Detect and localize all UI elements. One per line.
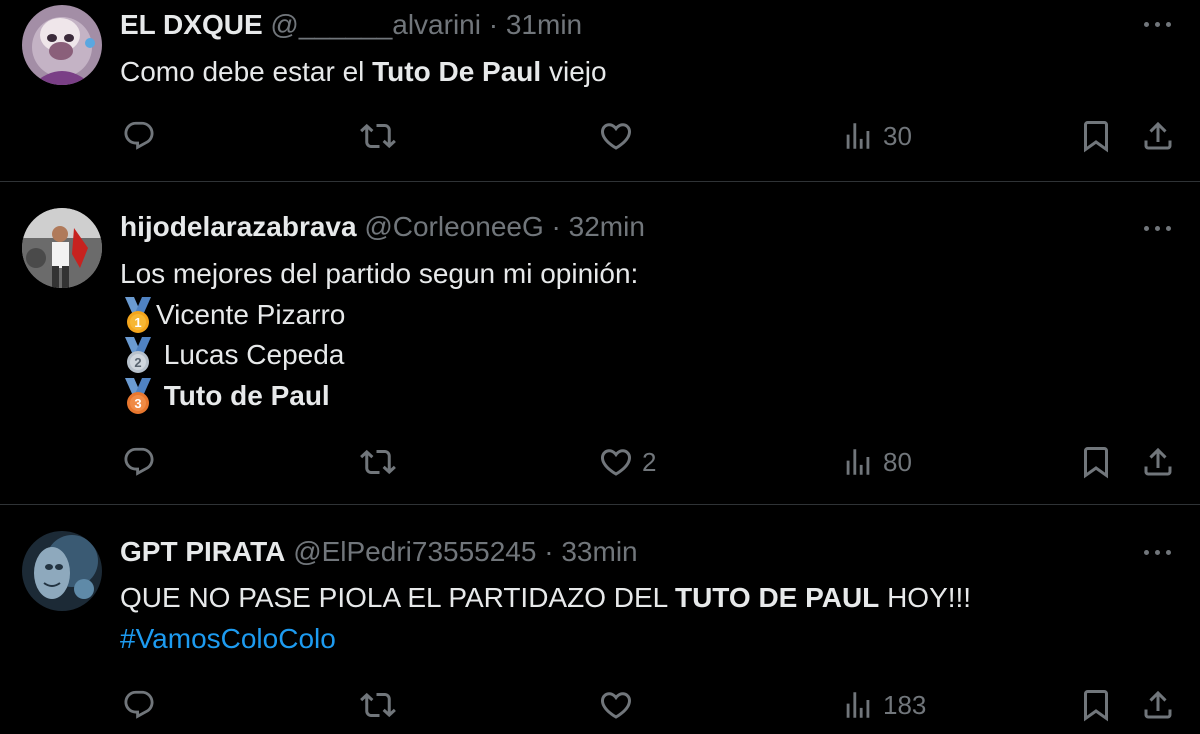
medal-number: 1 [134,315,141,330]
bookmark-icon [1084,447,1108,479]
tweet-header: EL DXQUE @______alvarini · 31min [120,8,582,42]
views-icon [846,449,870,475]
heart-icon [600,449,632,476]
reply-button[interactable] [122,442,164,482]
avatar[interactable] [22,208,102,288]
bookmark-button[interactable] [1078,685,1114,725]
player-name: Tuto de Paul [163,379,330,411]
action-bar: 183 [0,685,1200,725]
ranking-item: 2 Lucas Cepeda [120,335,1160,376]
ranking-item: 1 Vicente Pizarro [120,295,1160,336]
share-button[interactable] [1140,685,1176,725]
more-options-icon[interactable] [1142,218,1174,238]
view-count: 80 [883,446,912,477]
display-name[interactable]: hijodelarazabrava [120,211,357,242]
tweet-header: GPT PIRATA @ElPedri73555245 · 33min [120,535,638,569]
avatar[interactable] [22,531,102,611]
repost-button[interactable] [360,116,404,156]
like-button[interactable] [598,116,642,156]
tweet-text: Como debe estar el Tuto De Paul viejo [120,52,1160,93]
tweet[interactable]: EL DXQUE @______alvarini · 31min Como de… [0,0,1200,182]
share-icon [1144,690,1172,719]
text-line: Los mejores del partido segun mi opinión… [120,258,639,289]
repost-icon [360,449,396,475]
heart-icon [600,692,632,719]
reply-icon [124,447,154,476]
tweet[interactable]: hijodelarazabrava @CorleoneeG · 32min Lo… [0,182,1200,505]
separator: · [551,211,561,242]
view-count: 30 [883,120,912,151]
more-options-icon[interactable] [1142,14,1174,34]
user-handle[interactable]: @______alvarini [270,9,481,40]
silver-medal-icon: 2 [120,335,156,375]
repost-icon [360,123,396,149]
bronze-medal-icon: 3 [120,376,156,416]
action-bar: 30 [0,116,1200,156]
text-line: QUE NO PASE PIOLA EL PARTIDAZO DEL TUTO … [120,578,1160,619]
tweet-header: hijodelarazabrava @CorleoneeG · 32min [120,210,645,244]
views-button[interactable]: 80 [841,442,912,482]
repost-icon [360,692,396,718]
views-icon [846,123,870,149]
text-segment: viejo [541,56,607,87]
tweet-text: QUE NO PASE PIOLA EL PARTIDAZO DEL TUTO … [120,578,1160,659]
display-name[interactable]: GPT PIRATA [120,536,285,567]
share-icon [1144,447,1172,476]
medal-number: 3 [134,396,141,411]
reply-button[interactable] [122,116,164,156]
like-button[interactable] [598,685,642,725]
separator: · [488,9,499,40]
avatar[interactable] [22,5,102,85]
tweet[interactable]: GPT PIRATA @ElPedri73555245 · 33min QUE … [0,505,1200,734]
timestamp[interactable]: 33min [561,536,637,567]
views-button[interactable]: 183 [841,685,926,725]
share-button[interactable] [1140,116,1176,156]
text-segment: Como debe estar el [120,56,373,87]
view-count: 183 [883,689,927,720]
ranking-item: 3 Tuto de Paul [120,376,1160,417]
gold-medal-icon: 1 [120,295,156,335]
reply-icon [124,121,154,150]
bookmark-button[interactable] [1078,116,1114,156]
text-line: Como debe estar el Tuto De Paul viejo [120,52,1160,93]
like-button[interactable]: 2 [598,442,656,482]
bookmark-icon [1084,121,1108,153]
player-name: Vicente Pizarro [156,298,346,330]
tweet-text: Los mejores del partido segun mi opinión… [120,254,1160,416]
more-options-icon[interactable] [1142,542,1174,562]
heart-icon [600,123,632,150]
views-icon [846,692,870,718]
reply-button[interactable] [122,685,164,725]
repost-button[interactable] [360,442,404,482]
separator: · [544,536,554,567]
display-name[interactable]: EL DXQUE [120,9,263,40]
views-button[interactable]: 30 [841,116,912,156]
timestamp[interactable]: 32min [569,211,645,242]
medal-number: 2 [134,355,141,370]
text-segment: HOY!!! [879,582,972,613]
repost-button[interactable] [360,685,404,725]
reply-icon [124,690,154,719]
user-handle[interactable]: @ElPedri73555245 [293,536,536,567]
share-button[interactable] [1140,442,1176,482]
share-icon [1144,121,1172,150]
bold-text: Tuto De Paul [372,56,542,87]
hashtag-link[interactable]: #VamosColoColo [120,619,1160,660]
like-count: 2 [642,446,657,477]
timestamp[interactable]: 31min [506,9,582,40]
bookmark-icon [1084,690,1108,722]
user-handle[interactable]: @CorleoneeG [364,211,543,242]
action-bar: 2 80 [0,442,1200,482]
player-name: Lucas Cepeda [163,339,345,370]
text-segment: QUE NO PASE PIOLA EL PARTIDAZO DEL [120,582,675,613]
bold-text: TUTO DE PAUL [674,582,880,613]
bookmark-button[interactable] [1078,442,1114,482]
